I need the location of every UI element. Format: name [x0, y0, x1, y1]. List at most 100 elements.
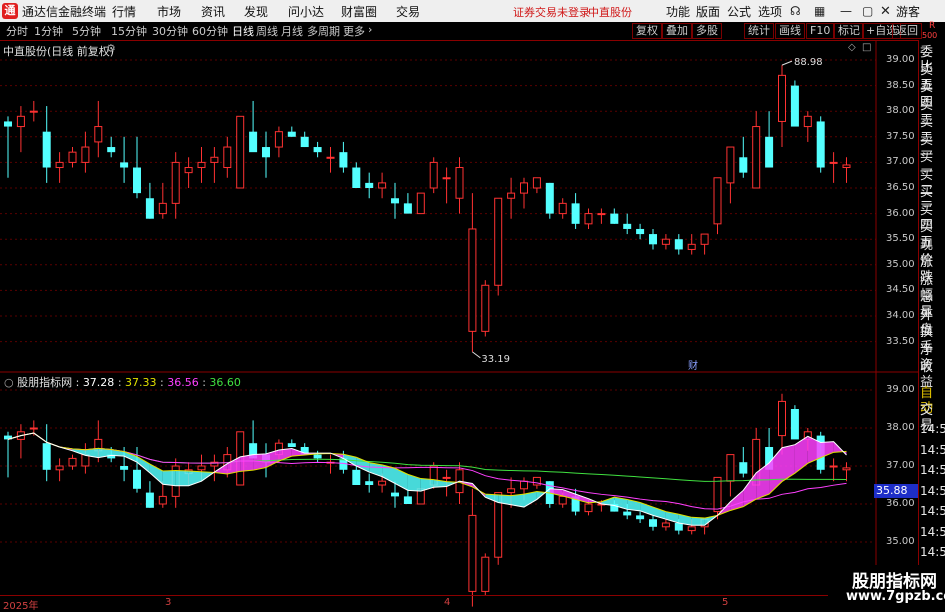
period-tab[interactable]: 5分钟	[72, 23, 101, 39]
indicator-candle	[378, 480, 387, 486]
period-tab[interactable]: 周线	[256, 23, 278, 39]
menu-functions[interactable]: 功能	[666, 3, 690, 20]
period-tab[interactable]: 15分钟	[111, 23, 147, 39]
candle	[339, 152, 348, 168]
candle	[223, 146, 232, 169]
indicator-candle	[120, 466, 129, 470]
period-tab[interactable]: 60分钟	[192, 23, 228, 39]
period-tab[interactable]: 分时	[6, 23, 28, 39]
close-icon[interactable]: ✕	[880, 4, 891, 19]
restore-rights-button[interactable]: 复权	[632, 23, 662, 39]
period-tab[interactable]: 月线	[281, 23, 303, 39]
candle	[29, 110, 38, 113]
indicator-candle	[68, 457, 77, 467]
time-tick-label: 14:56	[920, 483, 945, 498]
menu-options[interactable]: 选项	[758, 3, 782, 20]
menu-market[interactable]: 市场	[157, 3, 181, 20]
low-label: 33.19	[481, 354, 510, 365]
f10-button[interactable]: F10	[806, 23, 835, 39]
y-tick-label: 39.00	[886, 54, 915, 65]
indicator-y-tick: 39.00	[886, 384, 915, 395]
grid-icon[interactable]: ▦	[814, 4, 825, 18]
indicator-candle	[507, 488, 516, 494]
candle	[429, 161, 438, 189]
menu-wealth-circle[interactable]: 财富圈	[341, 3, 377, 20]
indicator-y-tick: 35.00	[886, 536, 915, 547]
candle	[378, 182, 387, 189]
period-tab-active[interactable]: 日线	[232, 23, 254, 39]
login-notice[interactable]: 证券交易未登录	[513, 4, 590, 20]
minimize-icon[interactable]: —	[840, 4, 852, 18]
ma-band	[175, 470, 189, 486]
indicator-y-axis: 39.00 38.00 37.00 36.00 35.00	[872, 372, 918, 568]
menu-quotes[interactable]: 行情	[112, 3, 136, 20]
current-value-tag: 35.88	[874, 484, 919, 498]
y-tick-label: 34.00	[886, 310, 915, 321]
period-tab[interactable]: 1分钟	[34, 23, 63, 39]
indicator-candle	[687, 526, 696, 532]
back-button[interactable]: 返回	[892, 23, 922, 39]
x-axis-year: 2025年	[3, 601, 39, 612]
mark-button[interactable]: 标记	[834, 23, 864, 39]
indicator-y-tick: 38.00	[886, 422, 915, 433]
menu-formula[interactable]: 公式	[727, 3, 751, 20]
x-axis-month: 4	[444, 597, 451, 608]
candle	[133, 167, 141, 194]
candle	[326, 156, 335, 159]
maximize-icon[interactable]: ▢	[862, 4, 873, 18]
indicator-candle	[636, 515, 645, 520]
watermark-line2: www.7gpzb.com	[846, 589, 945, 604]
y-tick-label: 37.50	[886, 130, 915, 142]
candle	[416, 192, 425, 215]
indicator-candle	[442, 476, 451, 479]
indicator-candle	[713, 476, 722, 513]
candle	[249, 131, 258, 153]
time-tick-label: 14:56	[920, 463, 945, 477]
y-tick-label: 36.00	[886, 207, 915, 219]
overlay-button[interactable]: 叠加	[662, 23, 692, 39]
time-tick-label: 14:56	[920, 545, 945, 559]
headset-icon[interactable]: ☊	[790, 4, 801, 18]
candle	[816, 121, 825, 168]
ma-band	[782, 444, 795, 482]
menu-discover[interactable]: 发现	[244, 3, 268, 20]
candle	[262, 147, 270, 158]
statistics-button[interactable]: 统计	[744, 23, 774, 39]
app-title: 通达信金融终端	[22, 5, 107, 19]
indicator-candle	[674, 523, 683, 531]
indicator-y-tick: 36.00	[886, 498, 915, 509]
kline-chart[interactable]: 88.98 33.19 财	[0, 40, 918, 609]
chevron-right-icon[interactable]: ›	[368, 23, 372, 36]
indicator-candle	[158, 495, 167, 505]
candle	[442, 177, 451, 180]
indicator-candle	[558, 495, 567, 505]
multi-stock-button[interactable]: 多股	[692, 23, 722, 39]
menu-trade[interactable]: 交易	[396, 3, 420, 20]
watermark-stamp: 股朋指标网 www.7gpzb.com	[828, 565, 945, 609]
main-y-axis: 39.00 38.50 38.00 37.50 37.00 36.50 36.00 35.50…	[876, 40, 918, 370]
app-logo-icon: 通	[2, 3, 18, 19]
time-tick-label: 14:56	[920, 524, 945, 539]
indicator-candle	[623, 511, 632, 516]
guest-label[interactable]: 游客	[896, 3, 920, 20]
indicator-candle	[42, 443, 51, 470]
draw-line-button[interactable]: 画线	[775, 23, 805, 39]
menu-news[interactable]: 资讯	[201, 3, 225, 20]
period-tab-more[interactable]: 更多	[343, 23, 365, 39]
indicator-candle	[29, 427, 38, 430]
y-tick-label: 38.00	[886, 105, 915, 117]
time-tick-label: 14:56	[920, 422, 945, 436]
candle	[120, 162, 129, 168]
menu-layout[interactable]: 版面	[696, 3, 720, 20]
candle	[365, 182, 374, 188]
period-tab[interactable]: 30分钟	[152, 23, 188, 39]
ma-band	[240, 454, 254, 472]
period-tab[interactable]: 多周期	[307, 23, 340, 39]
candle	[752, 126, 761, 189]
ma-band	[266, 450, 279, 468]
indicator-candle	[55, 465, 64, 471]
candle	[597, 213, 606, 216]
menu-ask[interactable]: 问小达	[288, 3, 324, 20]
ma-band	[162, 470, 176, 486]
candle	[726, 146, 735, 184]
